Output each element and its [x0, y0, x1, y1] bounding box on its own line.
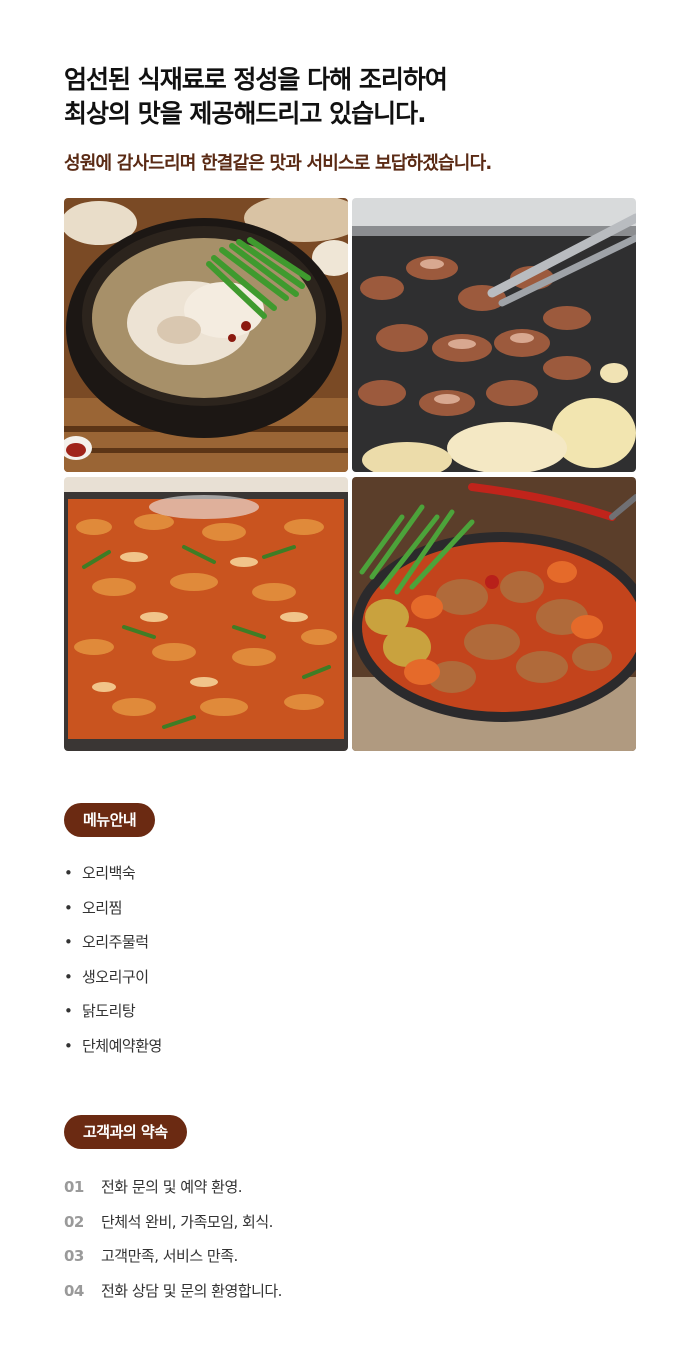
bullet-icon: • [64, 898, 73, 917]
menu-item-label: 오리주물럭 [82, 933, 149, 952]
photo-grilled-duck [352, 198, 636, 472]
bullet-icon: • [64, 967, 73, 986]
page-headline: 엄선된 식재료로 정성을 다해 조리하여 최상의 맛을 제공해드리고 있습니다. [64, 63, 664, 131]
promise-text: 단체석 완비, 가족모임, 회식. [101, 1212, 273, 1231]
menu-section-title: 메뉴안내 [64, 803, 156, 837]
promise-list: 01 전화 문의 및 예약 환영. 02 단체석 완비, 가족모임, 회식. 03 고… [64, 1173, 282, 1311]
promise-text: 전화 문의 및 예약 환영. [101, 1178, 243, 1196]
bullet-icon: • [64, 864, 73, 882]
promise-number: 02 [64, 1212, 84, 1231]
photo-duck-soup [64, 198, 348, 472]
headline-line-1: 엄선된 식재료로 정성을 다해 조리하여 [64, 65, 448, 94]
list-item: 03 고객만족, 서비스 만족. [64, 1242, 282, 1277]
promise-section-title: 고객과의 약속 [64, 1115, 187, 1149]
promise-number: 01 [64, 1178, 84, 1196]
food-photo-gallery [64, 198, 636, 751]
promise-text: 고객만족, 서비스 만족. [101, 1247, 238, 1265]
list-item: 01 전화 문의 및 예약 환영. [64, 1173, 282, 1208]
menu-item-label: 오리찜 [82, 898, 122, 917]
menu-item-label: 생오리구이 [82, 967, 149, 986]
promise-text: 전화 상담 및 문의 환영합니다. [101, 1281, 282, 1300]
list-item: • 생오리구이 [64, 962, 162, 997]
bullet-icon: • [64, 1002, 73, 1021]
bullet-icon: • [64, 1036, 73, 1055]
photo-spicy-stir-fry [64, 477, 348, 751]
promise-number: 03 [64, 1247, 84, 1265]
headline-line-2: 최상의 맛을 제공해드리고 있습니다. [64, 99, 427, 128]
list-item: • 단체예약환영 [64, 1031, 162, 1066]
list-item: • 오리주물럭 [64, 927, 162, 962]
list-item: 02 단체석 완비, 가족모임, 회식. [64, 1208, 282, 1243]
list-item: • 오리백숙 [64, 858, 162, 893]
menu-item-label: 닭도리탕 [82, 1002, 136, 1021]
list-item: • 오리찜 [64, 893, 162, 928]
photo-braised-chicken [352, 477, 636, 751]
menu-list: • 오리백숙 • 오리찜 • 오리주물럭 • 생오리구이 • 닭도리탕 • 단체예약환영 [64, 858, 162, 1066]
menu-item-label: 단체예약환영 [82, 1036, 162, 1055]
bullet-icon: • [64, 933, 73, 952]
list-item: • 닭도리탕 [64, 996, 162, 1031]
subheadline: 성원에 감사드리며 한결같은 맛과 서비스로 보답하겠습니다. [64, 153, 492, 174]
list-item: 04 전화 상담 및 문의 환영합니다. [64, 1277, 282, 1312]
menu-item-label: 오리백숙 [82, 864, 136, 882]
promise-number: 04 [64, 1281, 84, 1300]
